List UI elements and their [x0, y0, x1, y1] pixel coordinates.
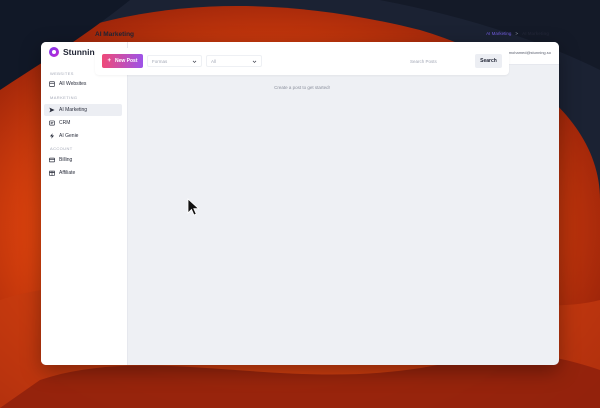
sidebar-item-ai-marketing[interactable]: AI Marketing — [44, 104, 122, 116]
platform-select-value: Formas — [152, 58, 168, 64]
platform-select[interactable]: Formas — [147, 55, 202, 67]
website-icon — [49, 81, 55, 87]
bolt-icon — [49, 133, 55, 139]
chevron-down-icon — [252, 60, 257, 63]
sidebar-item-label: AI Genie — [59, 133, 79, 139]
sidebar-item-ai-genie[interactable]: AI Genie — [44, 130, 122, 142]
sidebar-item-label: Affiliate — [59, 170, 76, 176]
filter-select[interactable]: All — [206, 55, 262, 67]
chevron-down-icon — [192, 60, 197, 63]
breadcrumb-separator: > — [515, 31, 518, 36]
sidebar-item-crm[interactable]: CRM — [44, 117, 122, 129]
user-email[interactable]: mohamed@stunning.so — [509, 50, 551, 55]
filter-select-value: All — [211, 58, 217, 64]
posts-toolbar: + New Post Formas All Search — [95, 48, 509, 75]
mouse-cursor-icon — [187, 198, 199, 216]
sidebar-item-label: All Websites — [59, 81, 87, 87]
search-button[interactable]: Search — [475, 54, 502, 68]
new-post-button[interactable]: + New Post — [102, 54, 143, 68]
brand[interactable]: Stunning — [49, 47, 100, 57]
app-window: Stunning WEBSITES All Websites MARKETING… — [41, 42, 559, 365]
breadcrumb-link[interactable]: AI Marketing — [486, 31, 511, 36]
new-post-label: New Post — [115, 58, 138, 64]
section-marketing: MARKETING — [50, 95, 78, 100]
sidebar-item-billing[interactable]: Billing — [44, 154, 122, 166]
search-input[interactable] — [406, 55, 472, 67]
billing-icon — [49, 157, 55, 163]
empty-state-message: Create a post to get started! — [274, 85, 330, 90]
affiliate-icon — [49, 170, 55, 176]
sidebar-item-affiliate[interactable]: Affiliate — [44, 167, 122, 179]
send-icon — [49, 107, 55, 113]
sidebar-item-label: AI Marketing — [59, 107, 88, 113]
section-account: ACCOUNT — [50, 146, 73, 151]
sidebar-item-label: Billing — [59, 157, 73, 163]
crm-icon — [49, 120, 55, 126]
breadcrumb: AI Marketing > AI Marketing — [486, 31, 549, 36]
sidebar: Stunning WEBSITES All Websites MARKETING… — [41, 42, 128, 365]
plus-icon: + — [107, 58, 111, 64]
section-websites: WEBSITES — [50, 71, 74, 76]
logo-icon — [49, 47, 59, 57]
breadcrumb-current: AI Marketing — [521, 31, 549, 36]
page-title: AI Marketing — [95, 31, 135, 38]
sidebar-item-label: CRM — [59, 120, 71, 126]
